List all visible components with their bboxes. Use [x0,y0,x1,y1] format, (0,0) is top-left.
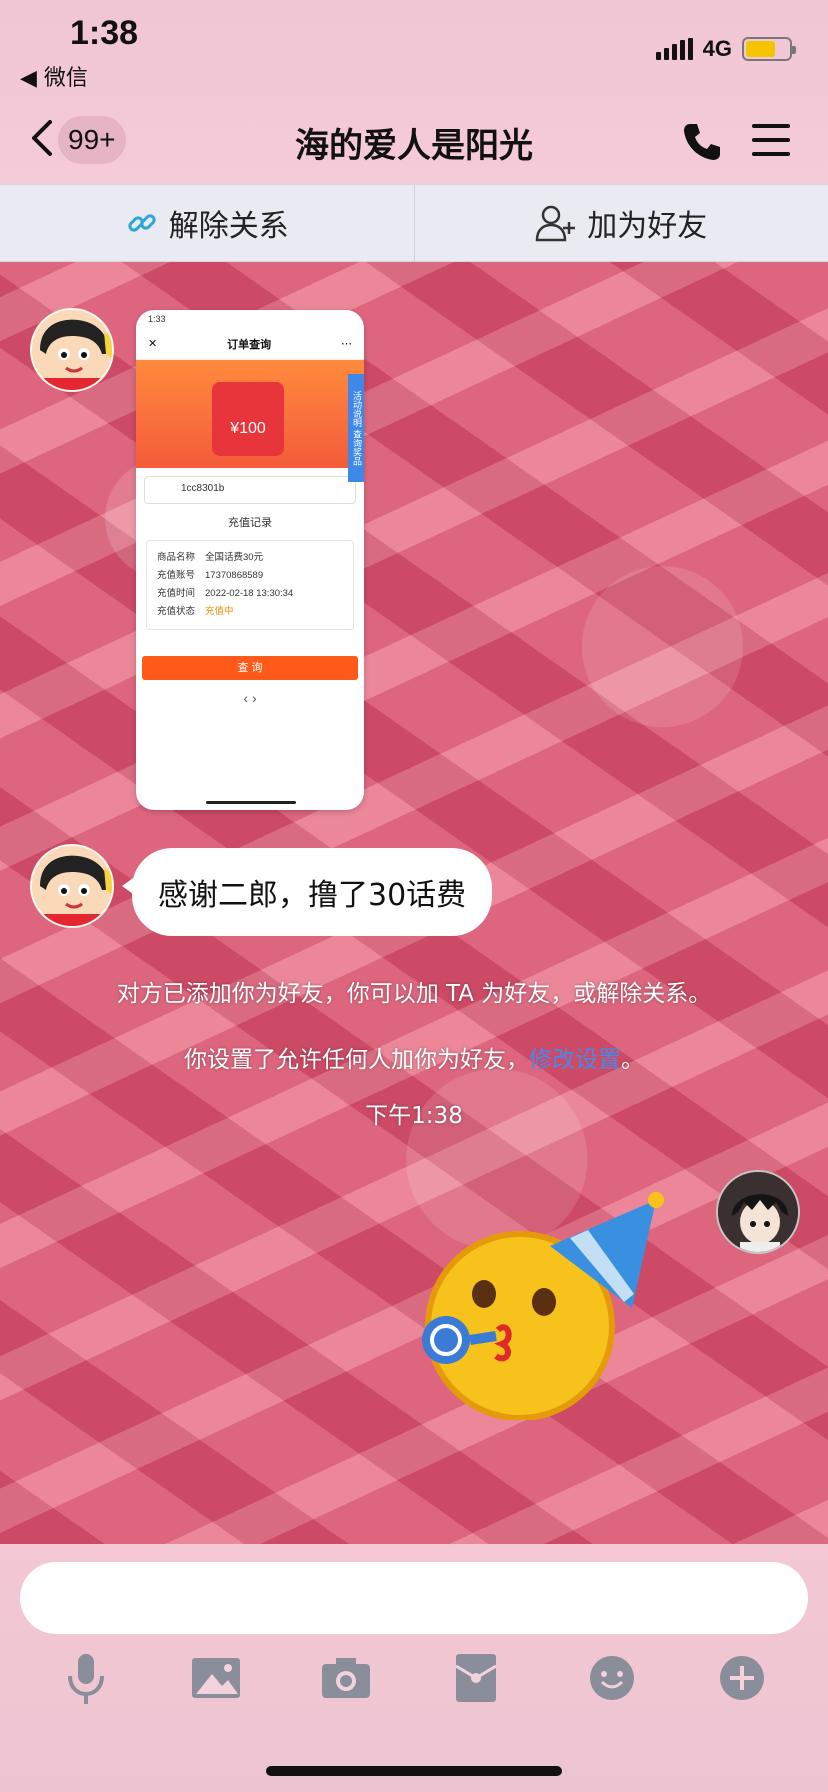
red-envelope-amount: ¥100 [212,382,284,456]
avatar[interactable] [30,844,114,928]
emoji-icon[interactable] [582,1648,642,1708]
avatar[interactable] [30,308,114,392]
unlink-icon [128,214,156,232]
system-notice-settings: 你设置了允许任何人加你为好友，修改设置。 [0,1040,828,1074]
signal-icon [655,38,693,60]
composer [0,1544,828,1792]
add-friend-label: 加为好友 [587,209,708,244]
modify-settings-link[interactable]: 修改设置 [529,1047,621,1073]
plus-icon[interactable] [712,1648,772,1708]
order-screenshot-image[interactable]: 1:33 ✕ 订单查询 ⋯ ¥100 活动说明 查询奖品 1cc8301b 充值… [136,310,364,810]
screenshot-order-id: 1cc8301b [144,476,356,504]
back-to-wechat-link[interactable]: ◀ 微信 [20,60,88,92]
add-friend-button[interactable]: 加为好友 [413,185,828,261]
message-bubble[interactable]: 感谢二郎，撸了30话费 [121,848,493,936]
record-key: 商品名称 [157,552,196,563]
top-bar: 1:38 ◀ 微信 4G 99+ 海的爱人是阳光 [0,0,828,184]
screenshot-close-icon: ✕ [148,338,158,350]
phone-icon[interactable] [680,120,724,164]
red-packet-icon[interactable] [446,1648,506,1708]
party-emoji-sticker-icon[interactable] [410,1190,670,1420]
avatar[interactable] [716,1170,800,1254]
network-type: 4G [702,36,732,61]
record-value: 2022-02-18 13:30:34 [205,588,294,599]
screenshot-home-indicator [206,801,296,804]
record-key: 充值时间 [157,588,196,599]
camera-icon[interactable] [316,1648,376,1708]
screenshot-side-tab: 活动说明 查询奖品 [348,374,364,482]
crayon-shin-chan-avatar-icon [32,846,112,926]
menu-icon[interactable] [752,122,790,158]
crayon-shin-chan-avatar-icon [32,310,112,390]
settings-notice-period: 。 [621,1047,644,1073]
home-indicator [266,1766,562,1776]
settings-notice-text: 你设置了允许任何人加你为好友， [184,1047,529,1073]
screenshot-record-card: 商品名称 全国话费30元 充值账号 17370868589 充值时间 2022-02-… [146,540,354,630]
screenshot-section-title: 充值记录 [228,517,272,529]
screenshot-more-icon: ⋯ [341,338,352,350]
screenshot-status-time: 1:33 [148,314,166,324]
message-input[interactable] [20,1562,808,1634]
battery-icon [742,37,796,61]
record-value: 17370868589 [205,570,264,581]
relationship-action-bar: 解除关系 加为好友 [0,184,828,262]
status-time: 1:38 [70,14,139,52]
screenshot-header: ✕ 订单查询 ⋯ [136,328,364,360]
anime-boy-avatar-icon [718,1172,798,1252]
image-icon[interactable] [186,1648,246,1708]
unbind-button[interactable]: 解除关系 [0,185,414,261]
composer-toolbar [0,1648,828,1718]
screenshot-title: 订单查询 [227,338,272,351]
screenshot-query-button: 查 询 [142,656,358,680]
screenshot-banner: ¥100 活动说明 查询奖品 [136,360,364,482]
record-key: 充值状态 [157,606,196,617]
microphone-icon[interactable] [56,1648,116,1708]
status-indicators: 4G [655,36,796,62]
record-key: 充值账号 [157,570,196,581]
system-notice-friend-added: 对方已添加你为好友，你可以加 TA 为好友，或解除关系。 [116,981,712,1007]
record-status: 充值中 [205,606,234,617]
chat-area[interactable]: 1:33 ✕ 订单查询 ⋯ ¥100 活动说明 查询奖品 1cc8301b 充值… [0,262,828,1544]
screenshot-nav-arrows: ‹ › [243,690,257,706]
add-user-icon [535,205,576,242]
unbind-label: 解除关系 [168,209,289,244]
record-value: 全国话费30元 [205,552,264,563]
message-timestamp: 下午1:38 [365,1103,463,1129]
